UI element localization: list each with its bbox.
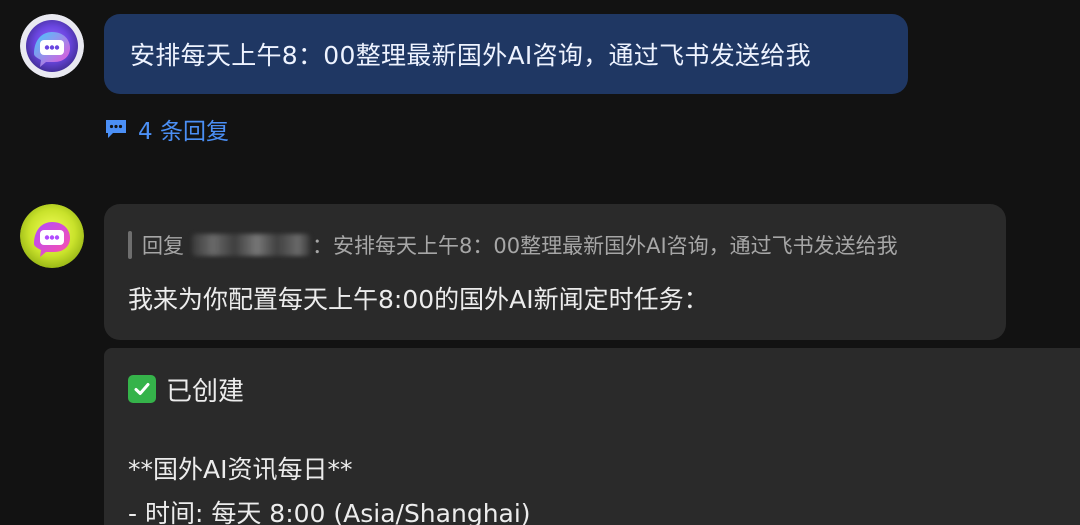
bot-message-text: 我来为你配置每天上午8:00的国外AI新闻定时任务： <box>128 285 709 314</box>
quote-bar <box>128 231 132 259</box>
redacted-username <box>192 234 310 256</box>
replies-link[interactable]: 4 条回复 <box>104 112 229 146</box>
user-avatar[interactable] <box>20 14 84 78</box>
task-title: **国外AI资讯每日** <box>128 455 353 484</box>
quote-separator: ： <box>312 234 333 258</box>
bot-message-bubble[interactable]: 回复 ： 安排每天上午8：00整理最新国外AI咨询，通过飞书发送给我 我来为你配… <box>104 204 1006 340</box>
check-icon <box>128 375 156 403</box>
bot-avatar[interactable] <box>20 204 84 268</box>
user-message-text: 安排每天上午8：00整理最新国外AI咨询，通过飞书发送给我 <box>130 41 811 70</box>
chat-bubble-avatar-icon <box>20 14 84 78</box>
quote-text: 安排每天上午8：00整理最新国外AI咨询，通过飞书发送给我 <box>333 234 898 258</box>
user-message-bubble[interactable]: 安排每天上午8：00整理最新国外AI咨询，通过飞书发送给我 <box>104 14 908 94</box>
reply-quote[interactable]: 回复 ： 安排每天上午8：00整理最新国外AI咨询，通过飞书发送给我 <box>128 230 982 260</box>
replies-count-label: 4 条回复 <box>138 119 229 145</box>
quote-prefix: 回复 <box>142 234 184 258</box>
comment-icon <box>106 120 126 138</box>
chat-thread: 安排每天上午8：00整理最新国外AI咨询，通过飞书发送给我 4 条回复 回复 ：… <box>0 0 1080 525</box>
chat-bubble-avatar-icon <box>20 204 84 268</box>
created-status: 已创建 <box>128 372 1056 407</box>
created-label: 已创建 <box>166 376 245 407</box>
task-time: - 时间: 每天 8:00 (Asia/Shanghai) <box>128 499 531 525</box>
task-detail-card: 已创建 **国外AI资讯每日** - 时间: 每天 8:00 (Asia/Sha… <box>104 348 1080 525</box>
